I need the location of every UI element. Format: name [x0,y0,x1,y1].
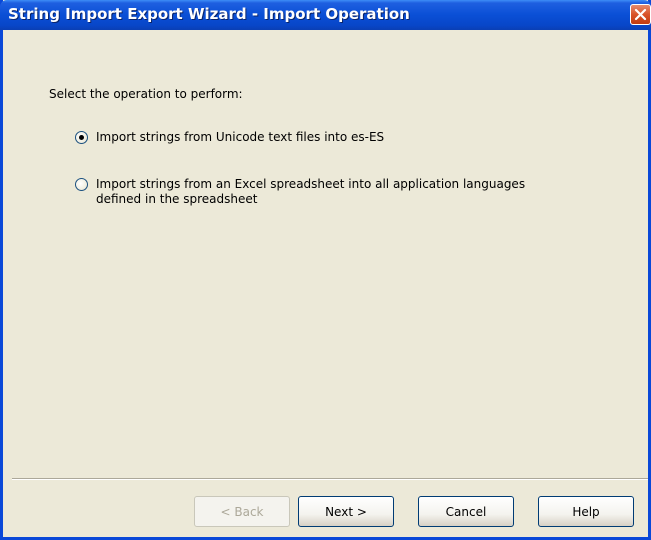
instruction-text: Select the operation to perform: [49,87,243,101]
wizard-content: Select the operation to perform: Import … [3,30,648,537]
help-button[interactable]: Help [538,496,634,527]
cancel-button[interactable]: Cancel [418,496,514,527]
next-button[interactable]: Next > [298,496,394,527]
wizard-window: String Import Export Wizard - Import Ope… [0,0,651,540]
option-import-unicode[interactable]: Import strings from Unicode text files i… [75,130,616,145]
option-import-excel-label-line1: Import strings from an Excel spreadsheet… [96,177,526,191]
option-import-unicode-label[interactable]: Import strings from Unicode text files i… [96,130,616,145]
option-import-excel-label[interactable]: Import strings from an Excel spreadsheet… [96,177,616,207]
option-import-excel[interactable]: Import strings from an Excel spreadsheet… [75,177,616,207]
radio-import-unicode[interactable] [75,131,88,144]
separator [12,478,648,480]
close-button[interactable] [630,4,651,25]
title-bar[interactable]: String Import Export Wizard - Import Ope… [0,0,651,30]
back-button[interactable]: < Back [194,496,290,527]
option-import-excel-label-line2: defined in the spreadsheet [96,192,258,206]
radio-import-excel[interactable] [75,178,88,191]
window-title: String Import Export Wizard - Import Ope… [8,5,410,23]
close-icon [634,8,647,21]
